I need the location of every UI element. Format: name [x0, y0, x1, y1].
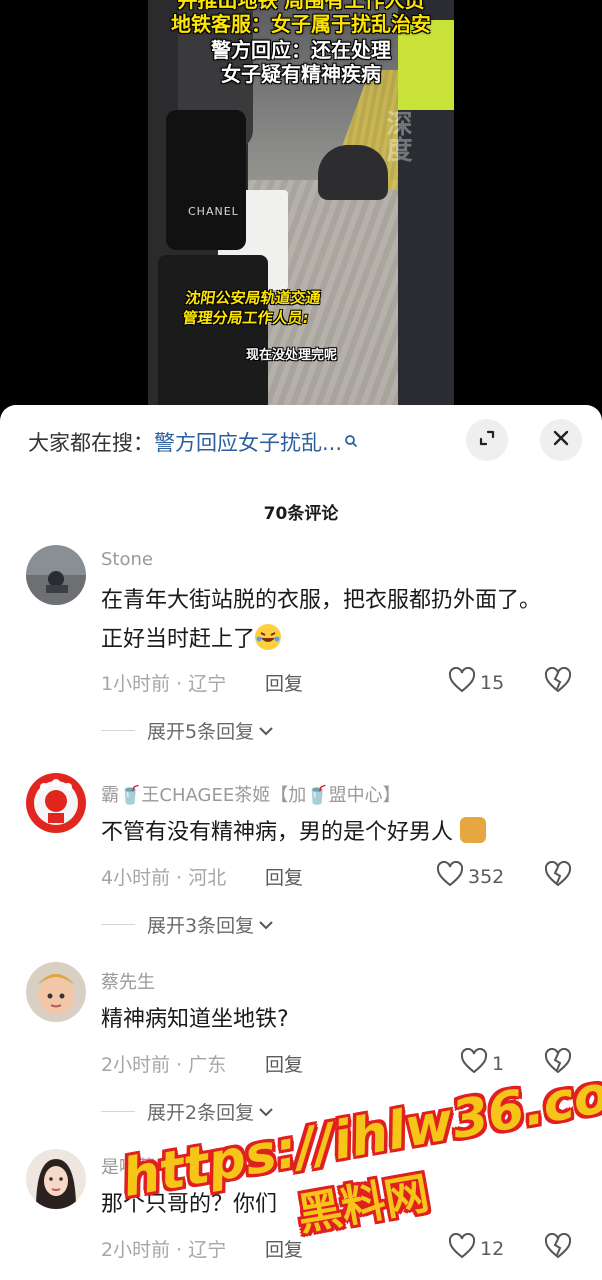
laughing-emoji-icon: [255, 624, 282, 650]
comment-text-body: 在青年大街站脱的衣服，把衣服都扔外面了。正好当时赶上了: [101, 588, 542, 652]
comment-text: 精神病知道坐地铁?: [101, 1007, 289, 1032]
like-count: 352: [468, 865, 505, 888]
heart-icon: [460, 1047, 488, 1079]
comment-text: 在青年大街站脱的衣服，把衣服都扔外面了。正好当时赶上了: [101, 581, 561, 659]
video-caption-2: 警方回应：还在处理: [211, 38, 391, 62]
avatar[interactable]: [26, 545, 86, 605]
broken-heart-icon: [544, 1232, 572, 1263]
handbag: [166, 110, 246, 250]
chevron-down-icon: [258, 1101, 274, 1123]
expand-divider: [101, 1111, 135, 1112]
broken-heart-icon: [544, 860, 572, 891]
like-count: 12: [480, 1237, 505, 1260]
comment-count: 70条评论: [263, 504, 339, 524]
close-button[interactable]: [540, 419, 582, 461]
heart-icon: [448, 666, 476, 698]
avatar[interactable]: [26, 773, 86, 833]
like-count: 15: [480, 671, 505, 694]
reply-button[interactable]: 回复: [265, 669, 303, 696]
expand-divider: [101, 924, 135, 925]
chevron-down-icon: [258, 914, 274, 936]
heart-icon: [448, 1232, 476, 1264]
like-button[interactable]: 15: [448, 666, 505, 698]
comment-time-location: 2小时前 · 广东: [101, 1054, 227, 1076]
reply-button[interactable]: 回复: [265, 863, 303, 890]
like-button[interactable]: 1: [460, 1047, 505, 1079]
search-icon: [344, 429, 358, 453]
comment-time-location: 2小时前 · 辽宁: [101, 1239, 227, 1261]
search-label: 大家都在搜：: [28, 431, 154, 455]
dislike-button[interactable]: [544, 666, 572, 697]
expand-replies-button[interactable]: 展开2条回复: [101, 1098, 274, 1125]
comment-text-body: 不管有没有精神病，男的是个好男人: [101, 820, 454, 845]
comment-author[interactable]: Stone: [101, 549, 153, 570]
speaker-line-1: 管理分局工作人员:: [181, 309, 310, 327]
trending-search[interactable]: 大家都在搜：警方回应女子扰乱...: [28, 427, 358, 457]
search-link[interactable]: 警方回应女子扰乱...: [154, 431, 342, 455]
comment-author[interactable]: 蔡先生: [101, 968, 155, 994]
like-button[interactable]: 352: [436, 860, 505, 892]
expand-replies-label: 展开2条回复: [147, 1102, 255, 1124]
expand-replies-button[interactable]: 展开3条回复: [101, 911, 274, 938]
comment-text: 不管有没有精神病，男的是个好男人: [101, 813, 561, 852]
comment-time-location: 4小时前 · 河北: [101, 867, 227, 889]
speaker-line-0: 沈阳公安局轨道交通: [184, 289, 322, 307]
video-caption-1: 地铁客服：女子属于扰乱治安: [171, 12, 431, 36]
video-player[interactable]: CHANEL 深度 并推出地铁 周围有工作人员 地铁客服：女子属于扰乱治安 警方…: [0, 0, 602, 420]
heart-icon: [436, 860, 464, 892]
video-caption-0: 并推出地铁 周围有工作人员: [177, 0, 425, 12]
comment-time-location: 1小时前 · 辽宁: [101, 673, 227, 695]
expand-replies-label: 展开5条回复: [147, 721, 255, 743]
expand-replies-button[interactable]: 展开5条回复: [101, 717, 274, 744]
expand-replies-label: 展开3条回复: [147, 915, 255, 937]
reply-button[interactable]: 回复: [265, 1235, 303, 1262]
cat-emoji-icon: [460, 817, 487, 843]
expand-icon: [477, 428, 497, 452]
lying-person: [318, 145, 388, 200]
video-watermark: 深度: [382, 110, 412, 162]
like-count: 1: [492, 1052, 505, 1075]
expand-divider: [101, 730, 135, 731]
like-button[interactable]: 12: [448, 1232, 505, 1264]
video-speaker-title: 沈阳公安局轨道交通 管理分局工作人员:: [181, 288, 322, 328]
bag-brand-text: CHANEL: [188, 205, 239, 218]
suitcase: [158, 255, 268, 415]
video-quote: 现在没处理完呢: [246, 348, 338, 363]
dislike-button[interactable]: [544, 860, 572, 891]
chevron-down-icon: [258, 720, 274, 742]
comment-author[interactable]: 霸🥤王CHAGEE茶姬【加🥤盟中心】: [101, 781, 401, 807]
broken-heart-icon: [544, 666, 572, 697]
avatar[interactable]: [26, 962, 86, 1022]
dislike-button[interactable]: [544, 1232, 572, 1263]
avatar[interactable]: [26, 1149, 86, 1209]
video-caption-3: 女子疑有精神疾病: [221, 62, 381, 86]
close-icon: [552, 429, 570, 451]
expand-button[interactable]: [466, 419, 508, 461]
reply-button[interactable]: 回复: [265, 1050, 303, 1077]
